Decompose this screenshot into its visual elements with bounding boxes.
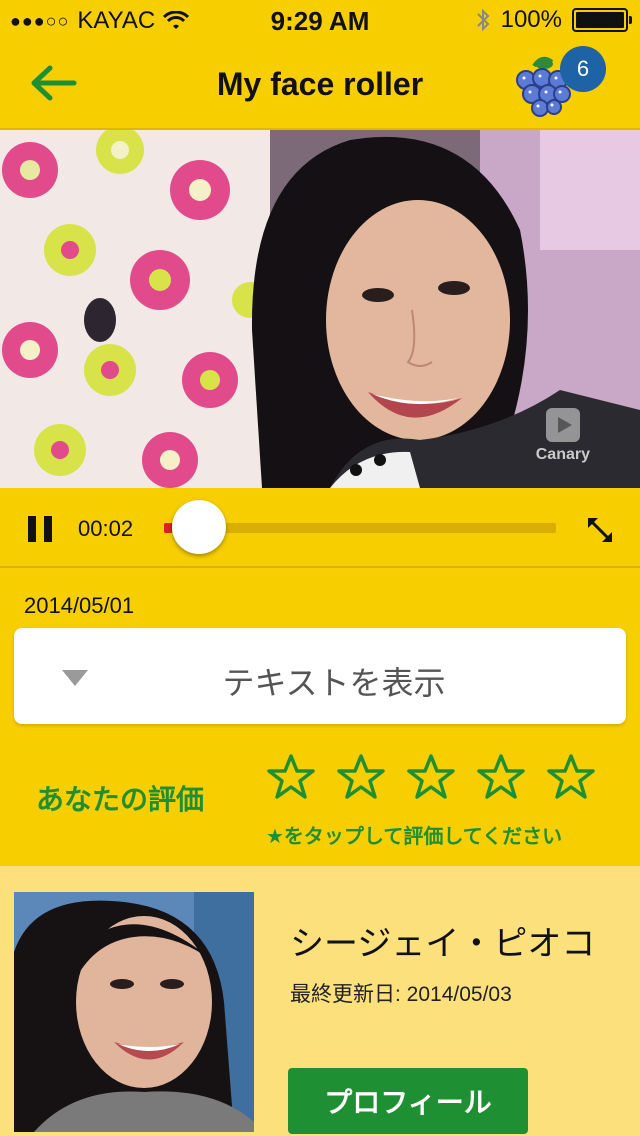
- status-right: 100%: [475, 6, 632, 34]
- seek-handle[interactable]: [172, 500, 226, 554]
- watermark-text: Canary: [535, 446, 590, 463]
- current-time: 00:02: [78, 516, 134, 541]
- player-controls: 00:02: [0, 488, 640, 568]
- avatar[interactable]: [14, 892, 254, 1132]
- rating-star-icon[interactable]: [546, 752, 596, 802]
- canary-logo-icon: [545, 408, 580, 442]
- rating-star-icon[interactable]: [406, 752, 456, 802]
- profile-section: シージェイ・ピオコ 最終更新日: 2014/05/03 プロフィール: [0, 866, 640, 1136]
- battery-percentage: 100%: [500, 6, 562, 33]
- bluetooth-icon: [476, 8, 490, 32]
- profile-button[interactable]: プロフィール: [288, 1068, 528, 1134]
- canary-watermark: Canary: [536, 408, 590, 464]
- avatar-photo: [14, 892, 254, 1132]
- navigation-bar: My face roller 6: [0, 40, 640, 130]
- rating-hint: ★をタップして評価してください: [266, 826, 563, 848]
- pause-bar: [28, 516, 36, 542]
- battery-icon: [572, 8, 632, 32]
- rating-star-icon[interactable]: [266, 752, 316, 802]
- rating-star-icon[interactable]: [476, 752, 526, 802]
- status-bar: ●●●○○ KAYAC 9:29 AM 100%: [0, 0, 640, 40]
- profile-name: シージェイ・ピオコ: [290, 925, 596, 963]
- video-player[interactable]: Canary: [0, 130, 640, 488]
- notification-badge: 6: [560, 46, 606, 92]
- rating-star-icon[interactable]: [336, 752, 386, 802]
- show-text-label: テキストを表示: [222, 665, 446, 701]
- show-text-toggle[interactable]: テキストを表示: [14, 628, 626, 724]
- profile-last-updated: 最終更新日: 2014/05/03: [290, 983, 512, 1006]
- pause-bar: [44, 516, 52, 542]
- post-date: 2014/05/01: [24, 593, 135, 618]
- seek-progress: [164, 523, 172, 533]
- pause-button[interactable]: [28, 516, 54, 542]
- rating-label: あなたの評価: [36, 784, 205, 815]
- rating-stars: [266, 752, 596, 802]
- fullscreen-icon[interactable]: [584, 514, 616, 546]
